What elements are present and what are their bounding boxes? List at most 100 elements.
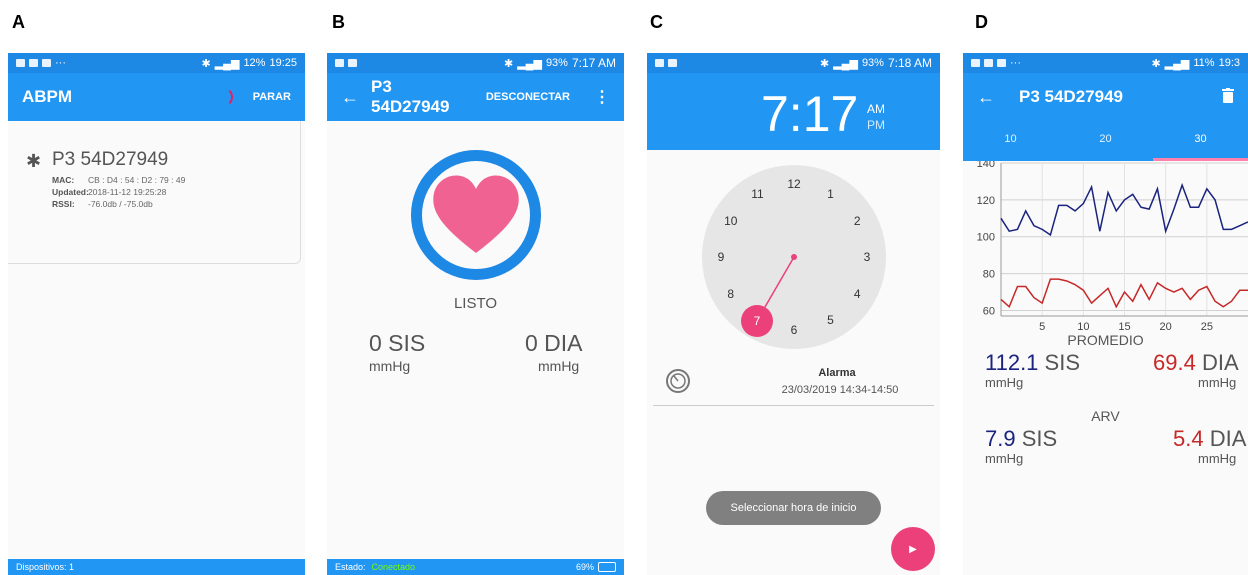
- clock-number-11[interactable]: 11: [751, 187, 763, 201]
- screen-d: ··· ✱ ▂▄▆ 11% 19:3 ← P3 54D27949 10 20 30 6…: [963, 53, 1248, 575]
- message-icon: [984, 59, 993, 67]
- device-title: P3 54D27949: [371, 77, 450, 116]
- alarm-date: 23/03/2019 14:34-14:50: [781, 384, 899, 396]
- back-arrow-icon[interactable]: ←: [977, 87, 995, 108]
- prom-dia: 69.4 DIA: [1153, 350, 1239, 376]
- panel-label-a: A: [12, 12, 25, 32]
- sim-icon: [348, 59, 357, 67]
- heart-icon: [433, 175, 519, 253]
- signal-icon: ▂▄▆: [214, 57, 240, 70]
- pm-toggle[interactable]: PM: [867, 118, 885, 132]
- screen-a: ··· ✱ ▂▄▆ 12% 19:25 ABPM PARAR ✱ P3 54D2794…: [8, 53, 305, 575]
- notification-icon: [971, 59, 980, 67]
- updated-label: Updated:: [52, 187, 89, 197]
- notification-icon: [16, 59, 25, 67]
- heart-ring: [411, 150, 541, 280]
- bluetooth-status-icon: ✱: [820, 57, 830, 70]
- status-time: 7:18 AM: [887, 56, 932, 70]
- status-time: 19:3: [1218, 57, 1240, 69]
- divider: [653, 405, 934, 406]
- app-bar: ABPM PARAR: [8, 73, 305, 121]
- bluetooth-status-icon: ✱: [1151, 57, 1161, 70]
- back-arrow-icon[interactable]: ←: [341, 87, 359, 108]
- battery-percent: 11%: [1193, 57, 1215, 69]
- bluetooth-status-icon: ✱: [201, 57, 211, 70]
- bluetooth-icon: ✱: [26, 151, 42, 171]
- status-time: 7:17 AM: [571, 56, 616, 70]
- tab-10[interactable]: 10: [963, 121, 1058, 161]
- tab-20[interactable]: 20: [1058, 121, 1153, 161]
- battery-percent: 93%: [861, 57, 884, 69]
- clock-number-6[interactable]: 6: [791, 323, 798, 337]
- app-bar: ← P3 54D27949: [963, 73, 1248, 121]
- battery-icon: [598, 562, 616, 572]
- more-icon: ···: [55, 57, 66, 69]
- clock-dial[interactable]: 12 1 2 3 4 5 6 7 8 9 10 11: [702, 165, 886, 349]
- signal-icon: ▂▄▆: [517, 57, 542, 70]
- clock-number-9[interactable]: 9: [718, 250, 725, 264]
- app-bar: ← P3 54D27949 DESCONECTAR ⋮: [327, 73, 624, 121]
- devices-count: Dispositivos: 1: [16, 562, 75, 572]
- stop-button[interactable]: PARAR: [253, 91, 291, 103]
- time-header: 7:17 AM PM: [647, 73, 940, 150]
- sis-value: 0 SIS: [369, 330, 426, 356]
- arv-sis-suffix: SIS: [1021, 426, 1058, 451]
- dia-unit: mmHg: [538, 358, 580, 374]
- arv-label: ARV: [1091, 408, 1120, 424]
- promedio-label: PROMEDIO: [1067, 332, 1144, 348]
- disconnect-button[interactable]: DESCONECTAR: [486, 91, 570, 103]
- clock-number-10[interactable]: 10: [724, 214, 737, 228]
- clock-number-7[interactable]: 7: [754, 314, 761, 328]
- status-label: LISTO: [453, 295, 498, 312]
- clock-number-12[interactable]: 12: [787, 177, 800, 191]
- status-bar: ✱ ▂▄▆ 93% 7:17 AM: [327, 53, 624, 73]
- whatsapp-icon: [997, 59, 1006, 67]
- image-icon: [335, 59, 344, 67]
- tab-30[interactable]: 30: [1153, 121, 1248, 161]
- signal-icon: ▂▄▆: [833, 57, 858, 70]
- screen-c: ✱ ▂▄▆ 93% 7:18 AM 7:17 AM PM 12 1 2 3 4 5 6 7 8 9 10 1…: [647, 53, 940, 575]
- prom-sis-value: 112.1: [985, 350, 1039, 375]
- device-title: P3 54D27949: [1019, 87, 1123, 106]
- battery-percent: 93%: [545, 57, 568, 69]
- bluetooth-status-icon: ✱: [504, 57, 514, 70]
- arv-dia-suffix: DIA: [1209, 426, 1247, 451]
- clock-number-2[interactable]: 2: [854, 214, 861, 228]
- rssi-value: -76.0db / -75.0db: [88, 199, 153, 209]
- arv-sis-unit: mmHg: [985, 451, 1024, 466]
- arv-dia: 5.4 DIA: [1173, 426, 1246, 452]
- loading-spinner-icon: [213, 87, 233, 107]
- trash-icon[interactable]: [1222, 87, 1234, 107]
- clock-number-8[interactable]: 8: [727, 287, 734, 301]
- arv-sis-value: 7.9: [985, 426, 1016, 451]
- play-button[interactable]: ▶: [891, 527, 935, 571]
- am-toggle[interactable]: AM: [867, 102, 885, 116]
- app-title: ABPM: [22, 87, 73, 106]
- alarm-title: Alarma: [818, 367, 856, 379]
- devices-bar: Dispositivos: 1: [8, 559, 305, 575]
- clock-number-1[interactable]: 1: [827, 187, 834, 201]
- y-tick-label: 120: [977, 195, 995, 207]
- prom-sis-suffix: SIS: [1044, 350, 1081, 375]
- clock-number-5[interactable]: 5: [827, 313, 834, 327]
- toast-message: Seleccionar hora de inicio: [706, 491, 881, 525]
- clock-number-4[interactable]: 4: [854, 287, 861, 301]
- menu-dots-icon[interactable]: ⋮: [594, 87, 610, 107]
- clock-number-3[interactable]: 3: [864, 250, 871, 264]
- prom-dia-suffix: DIA: [1201, 350, 1239, 375]
- selected-time: 7:17: [761, 86, 859, 142]
- prom-dia-unit: mmHg: [1198, 375, 1237, 390]
- sim-icon: [668, 59, 677, 67]
- image-icon: [655, 59, 664, 67]
- y-tick-label: 60: [983, 305, 995, 317]
- device-name: P3 54D27949: [52, 149, 169, 170]
- sis-unit: mmHg: [369, 358, 411, 374]
- clock-hand: [741, 254, 797, 337]
- device-card[interactable]: ✱ P3 54D27949 MAC: CB : D4 : 54 : D2 : 79…: [8, 121, 301, 264]
- more-icon: ···: [1010, 57, 1021, 69]
- mac-label: MAC:: [52, 175, 75, 185]
- dia-value: 0 DIA: [525, 330, 583, 356]
- updated-value: 2018-11-12 19:25:28: [88, 187, 167, 197]
- y-tick-label: 80: [983, 269, 995, 281]
- range-tabs: 10 20 30: [963, 121, 1248, 161]
